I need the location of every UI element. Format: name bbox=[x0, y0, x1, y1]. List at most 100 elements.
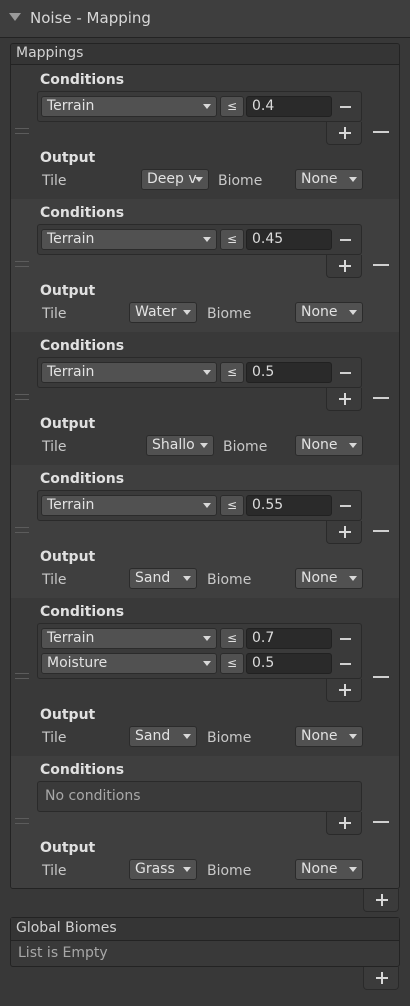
condition-value-field[interactable]: 0.5 bbox=[246, 362, 332, 383]
conditions-box: Terrain ≤ 0.5 bbox=[37, 357, 362, 388]
chevron-down-icon bbox=[349, 310, 357, 315]
drag-handle-icon[interactable] bbox=[15, 261, 29, 267]
condition-source-dropdown[interactable]: Moisture bbox=[41, 653, 217, 674]
chevron-down-icon bbox=[203, 503, 211, 508]
condition-operator-dropdown[interactable]: ≤ bbox=[220, 96, 244, 117]
drag-handle-icon[interactable] bbox=[15, 527, 29, 533]
biome-label: Biome bbox=[207, 572, 252, 588]
chevron-down-icon bbox=[183, 576, 191, 581]
condition-operator-dropdown[interactable]: ≤ bbox=[220, 362, 244, 383]
global-biomes-header: Global Biomes bbox=[11, 918, 399, 941]
add-condition-button[interactable] bbox=[326, 122, 362, 145]
remove-condition-button[interactable] bbox=[340, 239, 351, 241]
biome-dropdown[interactable]: None bbox=[295, 169, 363, 190]
add-condition-button[interactable] bbox=[326, 388, 362, 411]
tile-label: Tile bbox=[42, 306, 67, 322]
tile-dropdown[interactable]: Water bbox=[129, 302, 197, 323]
condition-value-field[interactable]: 0.45 bbox=[246, 229, 332, 250]
tile-dropdown[interactable]: Shallo bbox=[146, 435, 214, 456]
biome-label: Biome bbox=[218, 173, 263, 189]
output-label: Output bbox=[40, 283, 96, 299]
tile-label: Tile bbox=[42, 572, 67, 588]
chevron-down-icon bbox=[183, 310, 191, 315]
biome-dropdown[interactable]: None bbox=[295, 568, 363, 589]
mapping-entry: Conditions Terrain ≤ 0.7 Moisture ≤ 0.5 … bbox=[11, 598, 399, 756]
drag-handle-icon[interactable] bbox=[15, 128, 29, 134]
mappings-list: Mappings Conditions Terrain ≤ 0.4 Output… bbox=[10, 43, 400, 889]
condition-value-field[interactable]: 0.7 bbox=[246, 628, 332, 649]
tile-dropdown[interactable]: Sand bbox=[129, 568, 197, 589]
chevron-down-icon bbox=[195, 177, 203, 182]
drag-handle-icon[interactable] bbox=[15, 394, 29, 400]
mapping-entry: Conditions Terrain ≤ 0.5 Output Tile Sha… bbox=[11, 332, 399, 465]
biome-dropdown[interactable]: None bbox=[295, 726, 363, 747]
mapping-entry: Conditions No conditions Output Tile Gra… bbox=[11, 756, 399, 888]
tile-dropdown[interactable]: Sand bbox=[129, 726, 197, 747]
tile-label: Tile bbox=[42, 730, 67, 746]
remove-mapping-button[interactable] bbox=[373, 530, 389, 532]
condition-source-dropdown[interactable]: Terrain bbox=[41, 96, 217, 117]
add-condition-button[interactable] bbox=[326, 679, 362, 702]
condition-source-dropdown[interactable]: Terrain bbox=[41, 495, 217, 516]
chevron-down-icon bbox=[349, 576, 357, 581]
condition-operator-dropdown[interactable]: ≤ bbox=[220, 628, 244, 649]
remove-condition-button[interactable] bbox=[340, 505, 351, 507]
remove-mapping-button[interactable] bbox=[373, 821, 389, 823]
tile-dropdown[interactable]: Deep v bbox=[141, 169, 209, 190]
conditions-label: Conditions bbox=[40, 205, 125, 221]
conditions-label: Conditions bbox=[40, 471, 125, 487]
add-condition-button[interactable] bbox=[326, 812, 362, 835]
biome-dropdown[interactable]: None bbox=[295, 302, 363, 323]
conditions-label: Conditions bbox=[40, 604, 125, 620]
remove-condition-button[interactable] bbox=[340, 372, 351, 374]
biome-label: Biome bbox=[207, 863, 252, 879]
list-empty-text: List is Empty bbox=[18, 945, 108, 961]
chevron-down-icon bbox=[183, 734, 191, 739]
remove-condition-button[interactable] bbox=[340, 663, 351, 665]
remove-mapping-button[interactable] bbox=[373, 131, 389, 133]
mappings-list-header: Mappings bbox=[11, 44, 399, 65]
global-biomes-list: Global Biomes List is Empty bbox=[10, 917, 400, 967]
remove-mapping-button[interactable] bbox=[373, 676, 389, 678]
condition-value-field[interactable]: 0.5 bbox=[246, 653, 332, 674]
remove-mapping-button[interactable] bbox=[373, 397, 389, 399]
conditions-box: Terrain ≤ 0.7 Moisture ≤ 0.5 bbox=[37, 623, 362, 679]
tile-label: Tile bbox=[42, 173, 67, 189]
remove-condition-button[interactable] bbox=[340, 106, 351, 108]
condition-value-field[interactable]: 0.4 bbox=[246, 96, 332, 117]
remove-mapping-button[interactable] bbox=[373, 264, 389, 266]
condition-operator-dropdown[interactable]: ≤ bbox=[220, 495, 244, 516]
condition-value-field[interactable]: 0.55 bbox=[246, 495, 332, 516]
tile-dropdown[interactable]: Grass bbox=[129, 859, 197, 880]
condition-source-dropdown[interactable]: Terrain bbox=[41, 628, 217, 649]
add-global-biome-button[interactable] bbox=[363, 967, 399, 990]
add-condition-button[interactable] bbox=[326, 255, 362, 278]
noise-mapping-header[interactable]: Noise - Mapping bbox=[0, 0, 410, 38]
chevron-down-icon bbox=[203, 636, 211, 641]
chevron-down-icon bbox=[349, 734, 357, 739]
add-condition-button[interactable] bbox=[326, 521, 362, 544]
drag-handle-icon[interactable] bbox=[15, 818, 29, 824]
condition-operator-dropdown[interactable]: ≤ bbox=[220, 653, 244, 674]
biome-dropdown[interactable]: None bbox=[295, 859, 363, 880]
remove-condition-button[interactable] bbox=[340, 638, 351, 640]
add-mapping-button[interactable] bbox=[363, 889, 399, 912]
mapping-entry: Conditions Terrain ≤ 0.55 Output Tile Sa… bbox=[11, 465, 399, 598]
biome-label: Biome bbox=[223, 439, 268, 455]
condition-source-dropdown[interactable]: Terrain bbox=[41, 229, 217, 250]
mappings-label: Mappings bbox=[16, 45, 84, 61]
drag-handle-icon[interactable] bbox=[15, 673, 29, 679]
no-conditions-text: No conditions bbox=[45, 788, 141, 804]
biome-dropdown[interactable]: None bbox=[295, 435, 363, 456]
mapping-entry: Conditions Terrain ≤ 0.4 Output Tile Dee… bbox=[11, 66, 399, 199]
chevron-down-icon bbox=[349, 177, 357, 182]
conditions-box: Terrain ≤ 0.55 bbox=[37, 490, 362, 521]
condition-operator-dropdown[interactable]: ≤ bbox=[220, 229, 244, 250]
section-title: Noise - Mapping bbox=[30, 9, 151, 27]
condition-source-dropdown[interactable]: Terrain bbox=[41, 362, 217, 383]
foldout-triangle-down-icon[interactable] bbox=[9, 13, 21, 21]
output-label: Output bbox=[40, 416, 96, 432]
chevron-down-icon bbox=[203, 104, 211, 109]
output-label: Output bbox=[40, 707, 96, 723]
global-biomes-label: Global Biomes bbox=[16, 920, 117, 936]
